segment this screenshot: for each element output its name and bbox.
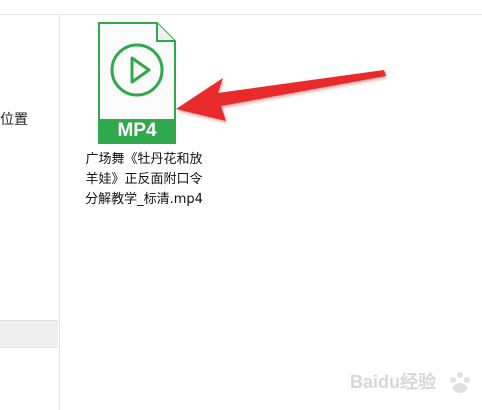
mp4-file-item[interactable]: MP4 广场舞《牡丹花和放羊娃》正反面附口令分解教学_标清.mp4 (82, 22, 203, 232)
mp4-file-icon: MP4 (98, 22, 176, 144)
red-pointer-arrow-icon (176, 70, 386, 121)
baidu-watermark: Baidu经验 (350, 371, 470, 393)
sidebar-selected-item[interactable] (0, 320, 58, 348)
watermark-text: Baidu经验 (350, 371, 437, 392)
top-toolbar (0, 0, 482, 15)
sidebar-location-label[interactable]: 位置 (0, 109, 28, 129)
mp4-badge-text: MP4 (117, 120, 157, 141)
baidu-paw-icon (450, 372, 470, 393)
file-name-label[interactable]: 广场舞《牡丹花和放羊娃》正反面附口令分解教学_标清.mp4 (82, 150, 206, 210)
navigation-sidebar: 位置 (0, 15, 60, 410)
